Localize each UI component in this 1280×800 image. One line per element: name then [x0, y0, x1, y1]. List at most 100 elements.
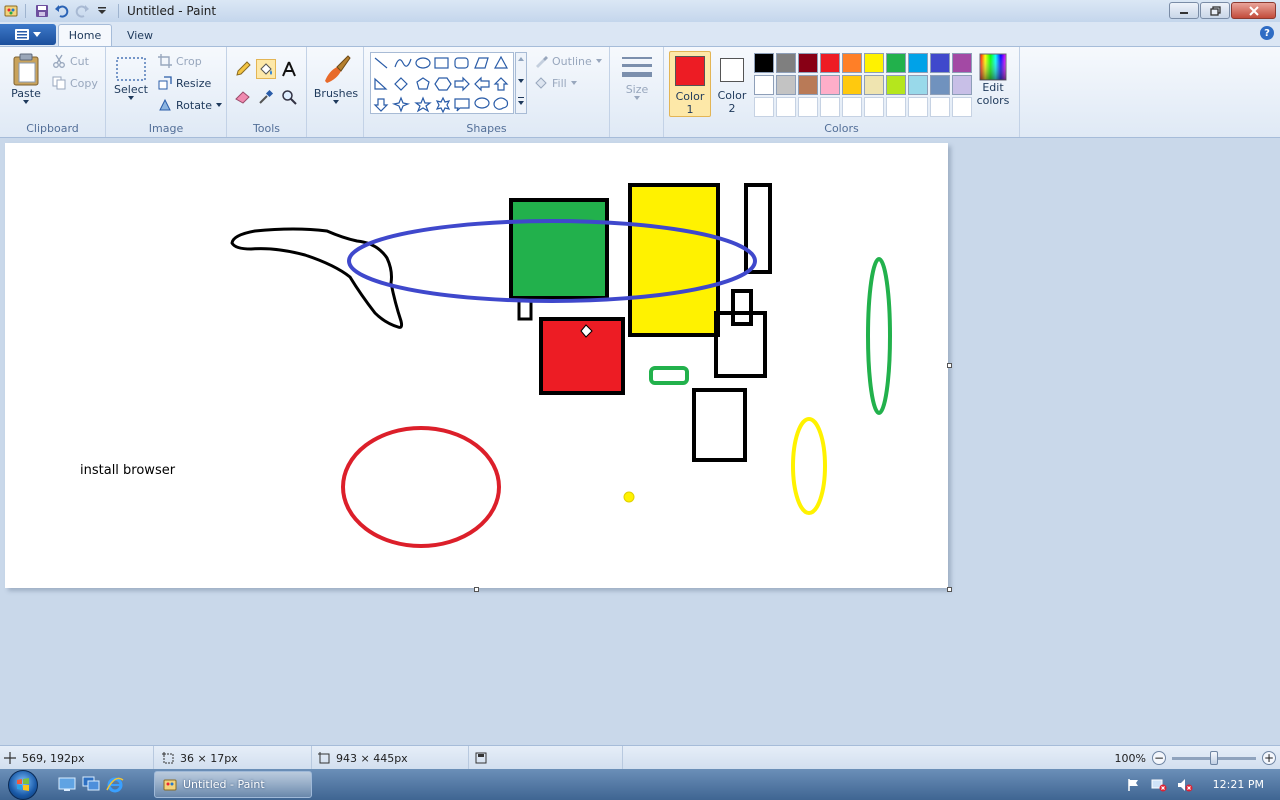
palette-swatch[interactable] — [930, 53, 950, 73]
tab-home[interactable]: Home — [58, 24, 112, 46]
palette-swatch[interactable] — [952, 75, 972, 95]
shapes-scrollbar[interactable] — [515, 52, 527, 114]
selection-size-segment: 36 × 17px — [158, 746, 312, 770]
undo-icon[interactable] — [52, 2, 72, 20]
resize-handle-bottom[interactable] — [474, 587, 479, 592]
zoom-slider[interactable] — [1172, 750, 1256, 765]
magnifier-tool[interactable] — [279, 87, 299, 107]
zoom-out-button[interactable]: − — [1152, 751, 1166, 765]
small-black-rect — [517, 299, 533, 321]
clock[interactable]: 12:21 PM — [1213, 778, 1264, 791]
palette-swatch[interactable] — [842, 53, 862, 73]
show-desktop-icon[interactable] — [58, 776, 76, 792]
color-spectrum-icon — [979, 53, 1007, 81]
rotate-button[interactable]: Rotate — [158, 98, 223, 112]
resize-handle-right[interactable] — [947, 363, 952, 368]
title-separator — [118, 4, 119, 18]
color-2-label: Color — [717, 89, 747, 102]
drawing-canvas[interactable]: install browser — [5, 143, 948, 588]
palette-swatch[interactable] — [908, 75, 928, 95]
palette-swatch[interactable] — [864, 75, 884, 95]
tab-view[interactable]: View — [118, 24, 162, 46]
palette-swatch[interactable] — [864, 97, 884, 117]
palette-swatch[interactable] — [776, 75, 796, 95]
eraser-tool[interactable] — [233, 87, 253, 107]
paste-label: Paste — [11, 87, 41, 100]
palette-swatch[interactable] — [886, 97, 906, 117]
palette-swatch[interactable] — [798, 75, 818, 95]
palette-swatch[interactable] — [908, 53, 928, 73]
pencil-tool[interactable] — [233, 59, 253, 79]
palette-swatch[interactable] — [952, 53, 972, 73]
text-tool[interactable] — [279, 59, 299, 79]
palette-swatch[interactable] — [886, 75, 906, 95]
start-button[interactable] — [8, 770, 38, 800]
paint-app-icon[interactable] — [3, 3, 19, 19]
palette-swatch[interactable] — [930, 97, 950, 117]
window-switcher-icon[interactable] — [82, 776, 100, 792]
outline-button[interactable]: Outline — [534, 54, 602, 68]
copy-button[interactable]: Copy — [52, 76, 98, 90]
resize-icon — [158, 76, 172, 90]
palette-swatch[interactable] — [776, 97, 796, 117]
internet-explorer-icon[interactable] — [106, 776, 124, 793]
window-controls — [1169, 2, 1276, 19]
paste-button[interactable]: Paste — [8, 53, 44, 104]
color-2-button[interactable]: Color 2 — [714, 51, 750, 117]
taskbar-item-paint[interactable]: Untitled - Paint — [154, 771, 312, 798]
cut-button[interactable]: Cut — [52, 54, 89, 68]
zoom-in-button[interactable]: + — [1262, 751, 1276, 765]
network-icon[interactable] — [1151, 778, 1167, 792]
shapes-gallery[interactable] — [370, 52, 514, 114]
palette-swatch[interactable] — [842, 97, 862, 117]
cursor-position: 569, 192px — [22, 751, 85, 765]
select-button[interactable]: Select — [114, 55, 148, 100]
zoom-slider-thumb[interactable] — [1210, 750, 1218, 765]
save-icon[interactable] — [32, 2, 52, 20]
edit-colors-button[interactable]: Edit colors — [976, 53, 1010, 107]
color-picker-tool[interactable] — [256, 87, 276, 107]
palette-swatch[interactable] — [908, 97, 928, 117]
resize-label: Resize — [176, 76, 212, 90]
customize-quick-access-icon[interactable] — [92, 2, 112, 20]
copy-label: Copy — [70, 76, 98, 90]
redo-icon[interactable] — [72, 2, 92, 20]
selection-size: 36 × 17px — [180, 751, 238, 765]
action-center-flag-icon[interactable] — [1127, 778, 1141, 792]
palette-swatch[interactable] — [886, 53, 906, 73]
palette-swatch[interactable] — [798, 97, 818, 117]
restore-button[interactable] — [1200, 2, 1230, 19]
quick-access-separator — [25, 4, 26, 18]
palette-swatch[interactable] — [754, 53, 774, 73]
palette-swatch[interactable] — [754, 75, 774, 95]
fill-tool[interactable] — [256, 59, 276, 79]
palette-swatch[interactable] — [930, 75, 950, 95]
paint-menu-button[interactable] — [0, 24, 56, 45]
crop-button[interactable]: Crop — [158, 54, 202, 68]
brushes-button[interactable]: Brushes — [314, 53, 358, 104]
rounded-callout-shape-icon — [454, 98, 470, 112]
color-1-swatch — [675, 56, 705, 86]
palette-swatch[interactable] — [754, 97, 774, 117]
palette-swatch[interactable] — [820, 75, 840, 95]
color-1-button[interactable]: Color 1 — [669, 51, 711, 117]
resize-button[interactable]: Resize — [158, 76, 211, 90]
green-square — [509, 198, 609, 300]
minimize-button[interactable] — [1169, 2, 1199, 19]
close-button[interactable] — [1231, 2, 1276, 19]
help-icon[interactable]: ? — [1260, 26, 1274, 40]
red-ellipse — [341, 426, 501, 548]
volume-muted-icon[interactable] — [1177, 778, 1193, 792]
fill-button[interactable]: Fill — [534, 76, 577, 90]
palette-swatch[interactable] — [842, 75, 862, 95]
palette-swatch[interactable] — [798, 53, 818, 73]
palette-swatch[interactable] — [776, 53, 796, 73]
palette-swatch[interactable] — [952, 97, 972, 117]
resize-handle-corner[interactable] — [947, 587, 952, 592]
rotate-label: Rotate — [176, 98, 213, 112]
size-button[interactable]: Size — [618, 53, 656, 100]
palette-swatch[interactable] — [820, 53, 840, 73]
size-chevron-icon — [634, 96, 640, 100]
palette-swatch[interactable] — [820, 97, 840, 117]
palette-swatch[interactable] — [864, 53, 884, 73]
